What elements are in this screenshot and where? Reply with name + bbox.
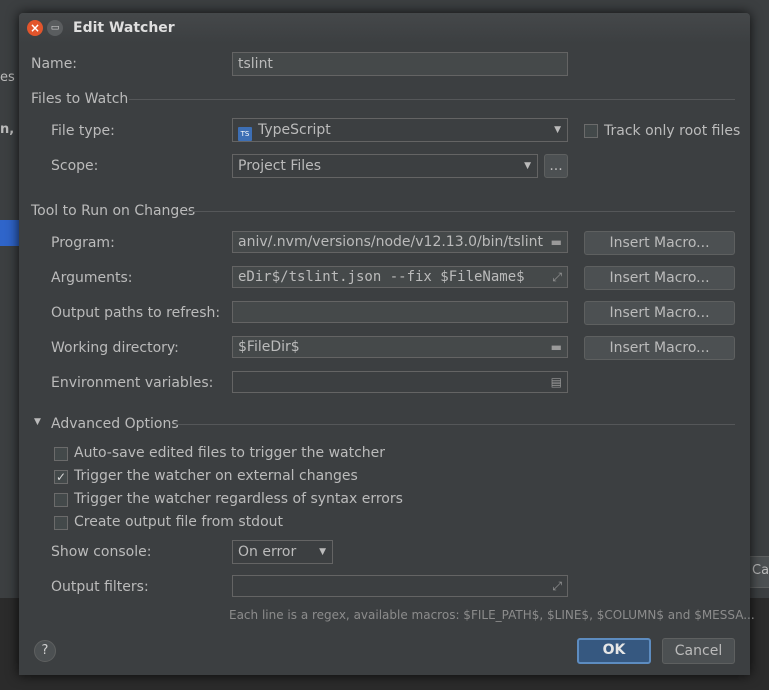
edit-watcher-dialog: × ▭ Edit Watcher Name: tslint Files to W… xyxy=(19,13,755,675)
show-console-value: On error xyxy=(238,544,297,560)
insert-macro-button-workdir[interactable]: Insert Macro... xyxy=(584,336,735,360)
insert-macro-button-program[interactable]: Insert Macro... xyxy=(584,231,735,255)
arguments-value: eDir$/tslint.json --fix $FileName$ xyxy=(238,269,525,285)
program-label: Program: xyxy=(51,235,115,251)
scope-value: Project Files xyxy=(238,158,322,174)
option-label-external-changes: Trigger the watcher on external changes xyxy=(74,468,358,484)
tool-separator xyxy=(187,211,735,212)
arguments-input[interactable]: eDir$/tslint.json --fix $FileName$ ⤢ xyxy=(232,266,568,288)
dialog-titlebar: × ▭ Edit Watcher xyxy=(19,13,750,43)
environment-variables-input[interactable]: ▤ xyxy=(232,371,568,393)
chevron-down-icon: ▼ xyxy=(554,125,561,135)
insert-macro-button-output[interactable]: Insert Macro... xyxy=(584,301,735,325)
expand-icon[interactable]: ⤢ xyxy=(548,267,562,287)
folder-icon[interactable]: ▬ xyxy=(551,337,562,357)
name-input[interactable]: tslint xyxy=(232,52,568,76)
background-selected-item xyxy=(0,220,19,246)
program-value: aniv/.nvm/versions/node/v12.13.0/bin/tsl… xyxy=(238,234,543,250)
file-type-value: TypeScript xyxy=(258,122,331,138)
help-button[interactable]: ? xyxy=(34,640,56,662)
advanced-options-heading[interactable]: Advanced Options xyxy=(51,416,179,432)
cancel-button[interactable]: Cancel xyxy=(662,638,735,664)
working-directory-label: Working directory: xyxy=(51,340,179,356)
insert-macro-button-arguments[interactable]: Insert Macro... xyxy=(584,266,735,290)
folder-icon[interactable]: ▬ xyxy=(546,232,562,252)
files-to-watch-heading: Files to Watch xyxy=(31,91,129,107)
minimize-icon[interactable]: ▭ xyxy=(47,20,63,36)
option-checkbox-external-changes[interactable]: ✓ xyxy=(54,470,68,484)
output-filters-label: Output filters: xyxy=(51,579,149,595)
track-root-label: Track only root files xyxy=(604,123,741,139)
option-label-auto-save: Auto-save edited files to trigger the wa… xyxy=(74,445,386,461)
files-separator xyxy=(129,99,735,100)
output-paths-input[interactable] xyxy=(232,301,568,323)
program-input[interactable]: aniv/.nvm/versions/node/v12.13.0/bin/tsl… xyxy=(232,231,568,253)
show-console-label: Show console: xyxy=(51,544,152,560)
scope-select[interactable]: Project Files ▼ xyxy=(232,154,538,178)
dialog-title: Edit Watcher xyxy=(73,20,175,36)
expand-icon[interactable]: ⤢ xyxy=(552,576,562,596)
tool-heading: Tool to Run on Changes xyxy=(31,203,196,219)
file-type-label: File type: xyxy=(51,123,115,139)
file-type-select[interactable]: TS TypeScript ▼ xyxy=(232,118,568,142)
working-directory-input[interactable]: $FileDir$ ▬ xyxy=(232,336,568,358)
option-checkbox-syntax-errors[interactable] xyxy=(54,493,68,507)
option-checkbox-stdout[interactable] xyxy=(54,516,68,530)
arguments-label: Arguments: xyxy=(51,270,133,286)
ok-button[interactable]: OK xyxy=(577,638,651,664)
option-checkbox-auto-save[interactable] xyxy=(54,447,68,461)
close-icon[interactable]: × xyxy=(27,20,43,36)
option-label-syntax-errors: Trigger the watcher regardless of syntax… xyxy=(74,491,403,507)
chevron-down-icon: ▼ xyxy=(524,161,531,171)
advanced-separator xyxy=(174,424,735,425)
background-cancel-button[interactable]: Ca xyxy=(748,556,769,588)
option-label-stdout: Create output file from stdout xyxy=(74,514,283,530)
working-directory-value: $FileDir$ xyxy=(238,339,300,355)
track-root-checkbox[interactable] xyxy=(584,124,598,138)
chevron-down-icon: ▼ xyxy=(319,547,326,557)
output-filters-hint: Each line is a regex, available macros: … xyxy=(229,608,755,622)
scope-label: Scope: xyxy=(51,158,99,174)
background-text-1: es xyxy=(0,70,15,85)
scope-browse-button[interactable]: ... xyxy=(544,154,568,178)
typescript-icon: TS xyxy=(238,127,252,141)
document-icon[interactable]: ▤ xyxy=(551,372,562,392)
show-console-select[interactable]: On error ▼ xyxy=(232,540,333,564)
output-paths-label: Output paths to refresh: xyxy=(51,305,221,321)
output-filters-input[interactable]: ⤢ xyxy=(232,575,568,597)
background-sidebar xyxy=(0,0,19,690)
environment-variables-label: Environment variables: xyxy=(51,375,214,391)
name-label: Name: xyxy=(31,56,78,72)
collapse-arrow-icon[interactable]: ▼ xyxy=(34,417,41,427)
